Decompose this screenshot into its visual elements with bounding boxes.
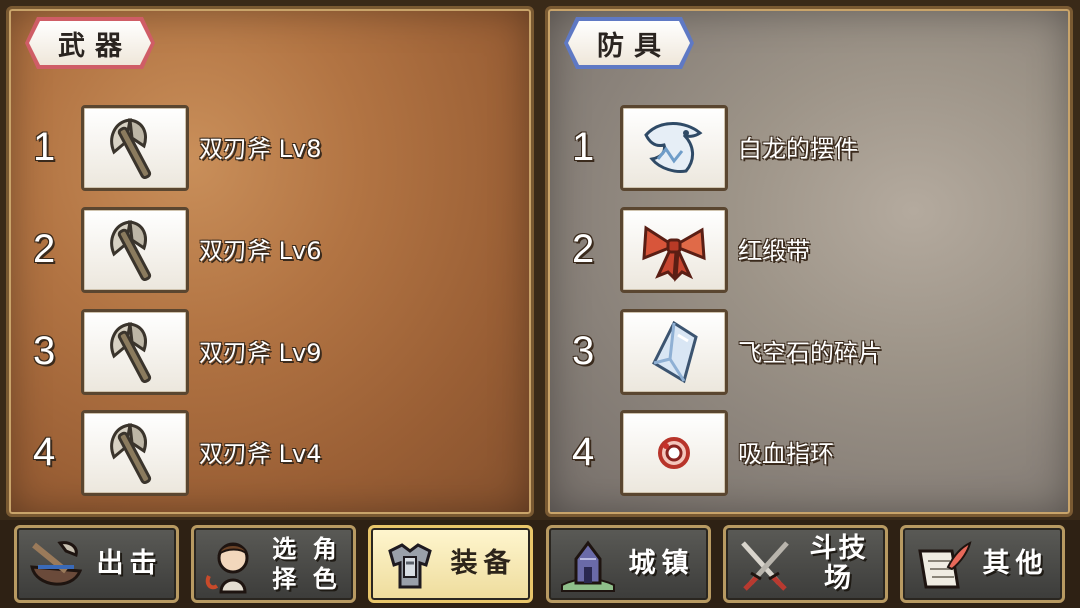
weapons-title: 武器 [29,21,151,65]
weapon-name: 双刃斧 Lv6 [199,237,322,265]
nav-equipment-button[interactable]: 装备 [368,525,533,603]
weapon-name: 双刃斧 Lv9 [199,339,322,367]
armor-name: 飞空石的碎片 [738,339,882,367]
armor-name: 红缎带 [738,237,810,265]
weapon-slot-2[interactable]: 2 双刃斧 Lv6 [9,207,531,293]
armor-slot-4[interactable]: 4 吸血指环 [548,410,1070,496]
weapons-panel: 武器 1 双刃斧 Lv8 2 双刃斧 Lv6 3 双刃斧 Lv9 4 双刃斧 L… [6,6,534,517]
nav-label-line1: 选择 [272,535,301,593]
slot-number: 3 [33,329,56,373]
armor-name: 白龙的摆件 [738,135,858,163]
armor-panel: 防具 1 白龙的摆件 2 红缎带 3 飞空石的碎片 4 吸血指环 [545,6,1073,517]
slot-number: 3 [572,329,595,373]
weapon-slot-4[interactable]: 4 双刃斧 Lv4 [9,410,531,496]
nav-label: 斗技场 [809,533,868,594]
double-axe-icon[interactable] [81,207,189,293]
weapon-name: 双刃斧 Lv8 [199,135,322,163]
slot-number: 2 [572,227,595,271]
nav-town-button[interactable]: 城镇 [546,525,711,603]
armor-slot-1[interactable]: 1 白龙的摆件 [548,105,1070,191]
red-ribbon-icon[interactable] [620,207,728,293]
vampire-ring-icon[interactable] [620,410,728,496]
nav-label: 城镇 [628,548,695,579]
town-icon [557,536,619,594]
nav-sortie-button[interactable]: 出击 [14,525,179,603]
character-select-icon [202,536,264,594]
nav-arena-button[interactable]: 斗技场 [723,525,888,603]
nav-label: 出击 [96,548,163,579]
double-axe-icon[interactable] [81,105,189,191]
weapon-name: 双刃斧 Lv4 [199,440,322,468]
scroll-quill-icon [911,536,973,594]
armor-name: 吸血指环 [738,440,834,468]
nav-label: 装备 [450,548,517,579]
slot-number: 4 [572,430,595,474]
nav-label: 选择 角色 [266,528,347,600]
nav-label: 其他 [982,548,1049,579]
armor-title: 防具 [568,21,690,65]
slot-number: 1 [572,125,595,169]
white-dragon-ornament-icon[interactable] [620,105,728,191]
crystal-shard-icon[interactable] [620,309,728,395]
nav-label-line2: 角色 [312,535,341,593]
slot-number: 4 [33,430,56,474]
double-axe-icon[interactable] [81,309,189,395]
nav-character-select-button[interactable]: 选择 角色 [191,525,356,603]
armor-slot-2[interactable]: 2 红缎带 [548,207,1070,293]
slot-number: 2 [33,227,56,271]
nav-others-button[interactable]: 其他 [900,525,1065,603]
arena-swords-icon [734,536,796,594]
armor-slot-3[interactable]: 3 飞空石的碎片 [548,309,1070,395]
weapon-slot-3[interactable]: 3 双刃斧 Lv9 [9,309,531,395]
armor-equip-icon [379,536,441,594]
double-axe-icon[interactable] [81,410,189,496]
sortie-icon [25,536,87,594]
weapon-slot-1[interactable]: 1 双刃斧 Lv8 [9,105,531,191]
slot-number: 1 [33,125,56,169]
bottom-nav: 出击 选择 角色 装备 城镇 斗技场 其他 [0,520,1080,608]
